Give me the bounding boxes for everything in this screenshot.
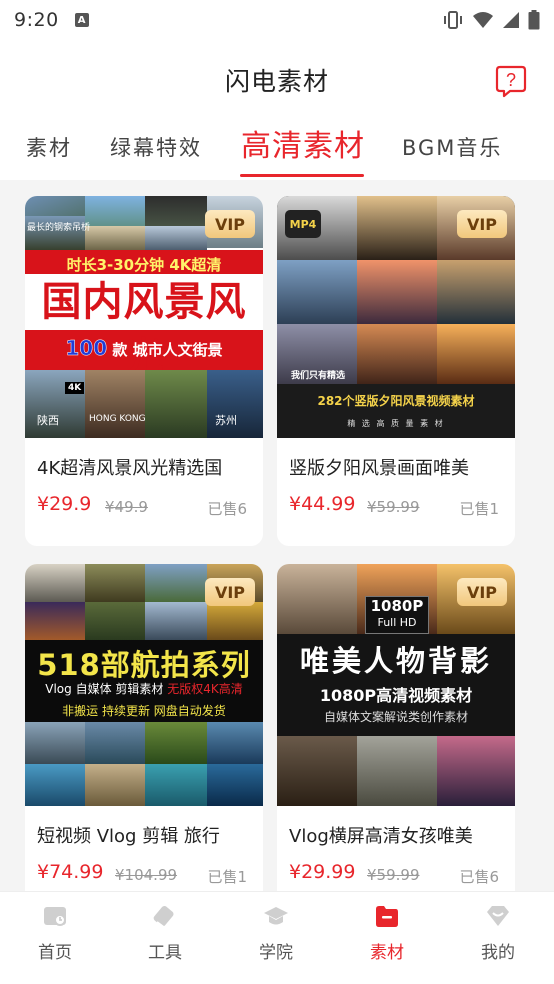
sold-count: 已售6 — [207, 500, 247, 518]
status-bar: 9:20 A — [0, 0, 554, 40]
product-title: 竖版夕阳风景画面唯美 — [289, 458, 469, 479]
vip-badge: VIP — [457, 210, 507, 238]
bottom-nav: 首页 工具 学院 素材 我的 — [0, 892, 554, 984]
header: 闪电素材 ? — [0, 40, 554, 122]
thumb-line3: 自媒体文案解说类创作素材 — [323, 710, 468, 724]
product-grid: 最长的钢索吊桥 时长3-30分钟 4K超清 国内风景风光 100 款 城市人文街… — [0, 180, 554, 892]
product-thumbnail: 1080P Full HD 唯美人物背影 1080P高清视频素材 自媒体文案解说… — [277, 564, 515, 806]
status-time: 9:20 — [14, 9, 59, 31]
profile-icon — [487, 906, 509, 926]
product-card[interactable]: 1080P Full HD 唯美人物背影 1080P高清视频素材 自媒体文案解说… — [277, 564, 515, 892]
thumb-headline: 282个竖版夕阳风景视频素材 — [317, 394, 475, 408]
nav-home[interactable]: 首页 — [0, 892, 110, 984]
original-price: ¥49.9 — [105, 498, 148, 516]
nav-material[interactable]: 素材 — [332, 892, 442, 984]
sold-count: 已售1 — [207, 868, 247, 886]
thumb-banner: 时长3-30分钟 4K超清 国内风景风光 100 款 城市人文街景 — [25, 250, 263, 381]
thumb-line1: 时长3-30分钟 4K超清 — [66, 256, 222, 274]
thumb-line3: 非搬运 持续更新 网盘自动发货 — [62, 704, 226, 718]
category-tabs: 素材 绿幕特效 高清素材 BGM音乐 — [0, 122, 554, 180]
nav-label: 我的 — [481, 943, 515, 963]
thumb-headline: 唯美人物背影 — [299, 644, 492, 678]
thumb-4k-tag: 4K — [65, 382, 85, 394]
nav-label: 素材 — [370, 943, 404, 963]
page-title: 闪电素材 — [224, 67, 329, 96]
material-icon — [376, 906, 398, 927]
tab-material[interactable]: 素材 — [26, 122, 72, 172]
product-title: Vlog横屏高清女孩唯美 — [289, 826, 473, 847]
thumb-line2b: 无版权4K高清 — [167, 682, 243, 696]
thumb-res2: Full HD — [377, 616, 417, 629]
notification-a-icon: A — [74, 13, 89, 27]
thumb-city2: HONG KONG — [89, 414, 146, 424]
thumb-caption: 最长的钢索吊桥 — [27, 223, 91, 233]
product-thumbnail: 518部航拍系列 Vlog 自媒体 剪辑素材 无版权4K高清 非搬运 持续更新 … — [25, 564, 263, 806]
help-icon[interactable]: ? — [494, 64, 528, 98]
thumb-line2a: Vlog 自媒体 剪辑素材 — [45, 682, 168, 696]
original-price: ¥59.99 — [367, 866, 420, 884]
thumb-line3: 款 城市人文街景 — [112, 341, 223, 359]
product-card[interactable]: 518部航拍系列 Vlog 自媒体 剪辑素材 无版权4K高清 非搬运 持续更新 … — [25, 564, 263, 892]
tab-hd-material[interactable]: 高清素材 — [241, 118, 365, 168]
svg-text:?: ? — [506, 70, 516, 90]
product-thumbnail: 我们只有精选 282个竖版夕阳风景视频素材 精 选 高 质 量 素 材 MP4 … — [277, 196, 515, 438]
sold-count: 已售6 — [459, 868, 499, 886]
nav-profile[interactable]: 我的 — [443, 892, 553, 984]
product-card[interactable]: 最长的钢索吊桥 时长3-30分钟 4K超清 国内风景风光 100 款 城市人文街… — [25, 196, 263, 546]
vip-badge: VIP — [457, 578, 507, 606]
thumb-res1: 1080P — [370, 597, 424, 615]
tool-icon — [153, 905, 174, 929]
format-badge: MP4 — [285, 210, 321, 238]
vibrate-icon — [444, 11, 462, 29]
academy-icon — [264, 907, 288, 925]
nav-label: 工具 — [148, 943, 182, 963]
product-thumbnail: 最长的钢索吊桥 时长3-30分钟 4K超清 国内风景风光 100 款 城市人文街… — [25, 196, 263, 438]
product-card[interactable]: 我们只有精选 282个竖版夕阳风景视频素材 精 选 高 质 量 素 材 MP4 … — [277, 196, 515, 546]
thumb-line2: 1080P高清视频素材 — [319, 686, 473, 705]
thumb-subline: 精 选 高 质 量 素 材 — [347, 419, 445, 428]
nav-academy[interactable]: 学院 — [221, 892, 331, 984]
thumb-headline: 国内风景风光 — [25, 274, 263, 381]
product-title: 短视频 Vlog 剪辑 旅行 — [37, 826, 220, 847]
signal-icon — [503, 12, 519, 28]
wifi-icon — [473, 12, 493, 28]
thumb-count: 100 — [65, 336, 108, 361]
nav-label: 首页 — [38, 943, 72, 963]
product-title: 4K超清风景风光精选国 — [37, 458, 223, 479]
thumb-caption: 我们只有精选 — [291, 371, 346, 381]
thumb-city1: 陕西 — [37, 414, 59, 427]
product-price: ¥44.99 — [289, 493, 356, 515]
product-price: ¥74.99 — [37, 861, 104, 883]
thumb-city3: 苏州 — [215, 414, 237, 427]
tab-green-screen[interactable]: 绿幕特效 — [110, 122, 202, 172]
sold-count: 已售1 — [459, 500, 499, 518]
home-icon — [44, 907, 66, 926]
active-tab-indicator — [240, 174, 364, 177]
product-price: ¥29.9 — [37, 493, 92, 515]
vip-badge: VIP — [205, 210, 255, 238]
product-price: ¥29.99 — [289, 861, 356, 883]
nav-tools[interactable]: 工具 — [110, 892, 220, 984]
tab-bgm-music[interactable]: BGM音乐 — [402, 122, 502, 172]
nav-label: 学院 — [259, 943, 293, 963]
vip-badge: VIP — [205, 578, 255, 606]
original-price: ¥104.99 — [115, 866, 178, 884]
battery-icon — [528, 10, 540, 30]
status-icons — [442, 10, 540, 30]
original-price: ¥59.99 — [367, 498, 420, 516]
thumb-headline: 518部航拍系列 — [37, 648, 251, 682]
